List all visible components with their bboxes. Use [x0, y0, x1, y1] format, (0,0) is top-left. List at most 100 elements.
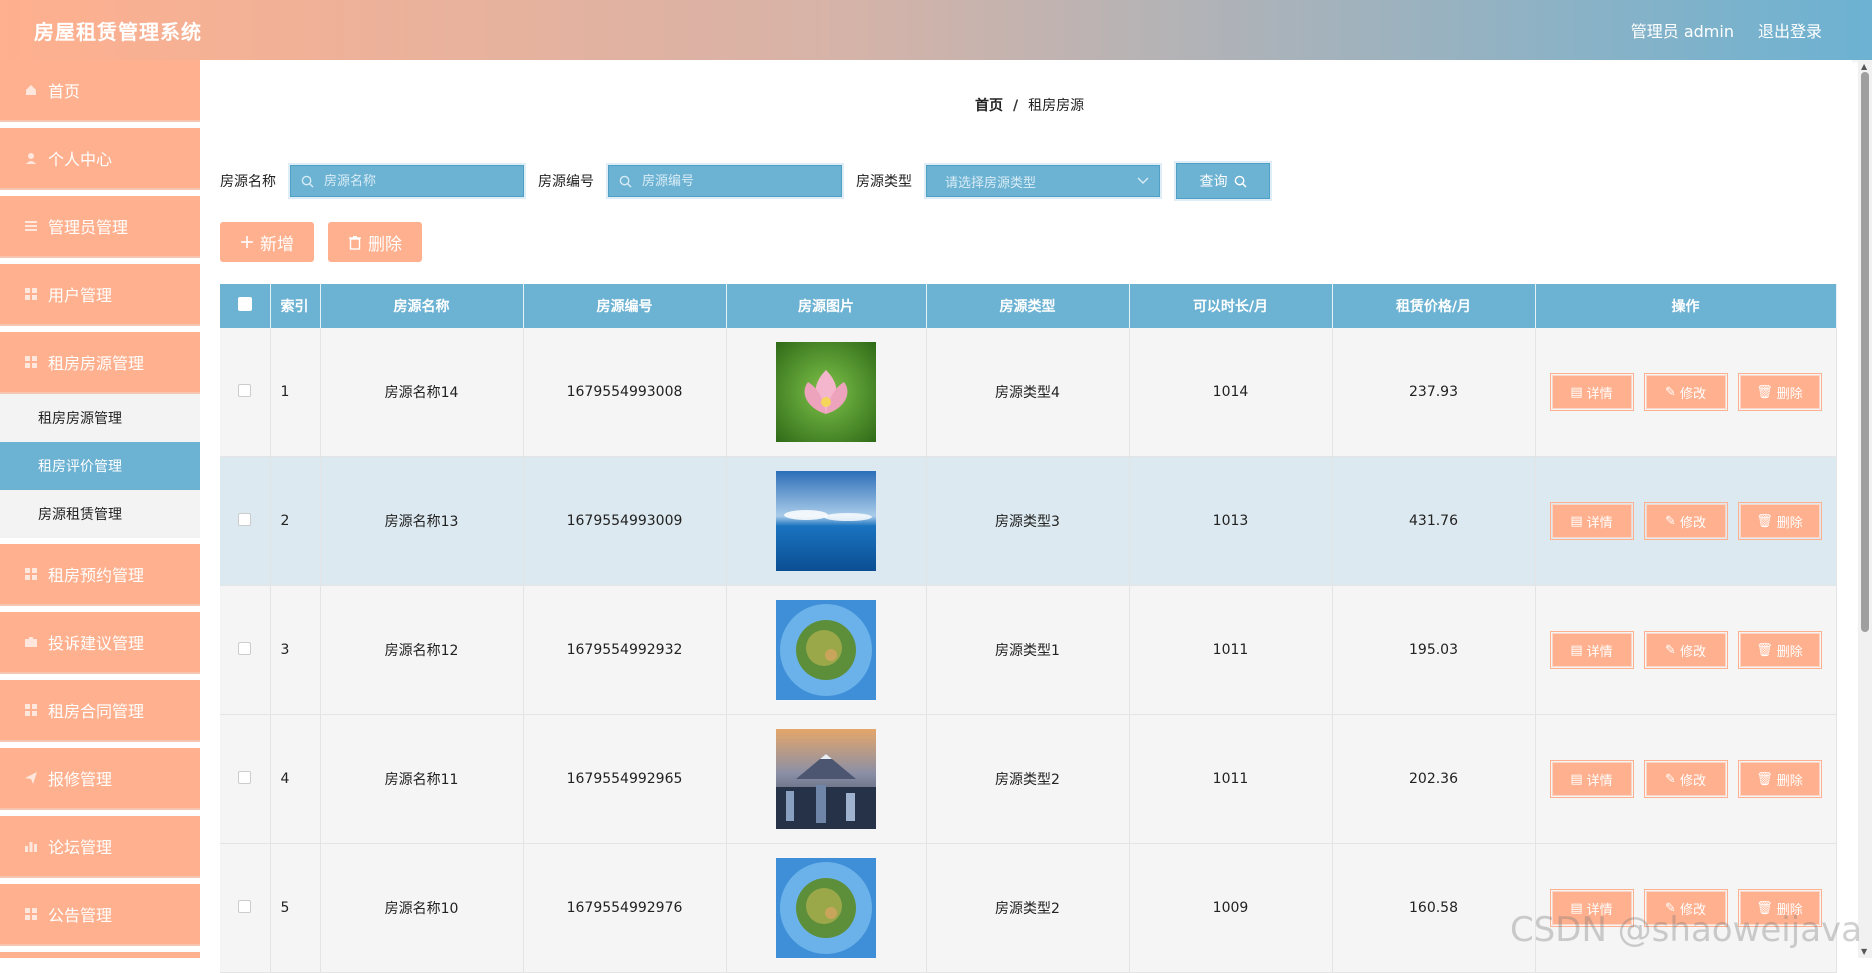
listing-price: 237.93: [1332, 328, 1536, 457]
column-header: 房源编号: [523, 284, 727, 328]
logout-link[interactable]: 退出登录: [1758, 18, 1822, 42]
delete-button[interactable]: 🗑 删除: [1737, 760, 1822, 798]
code-search-input[interactable]: [640, 172, 834, 190]
page-scrollbar[interactable]: ▲ ▼: [1858, 60, 1872, 958]
edit-button-label: 修改: [1679, 644, 1706, 660]
send-icon: [24, 771, 38, 785]
sidebar-item-label: 报修管理: [48, 770, 113, 789]
column-header: 租赁价格/月: [1332, 284, 1536, 328]
tiny-planet-photo[interactable]: [776, 858, 876, 958]
name-search-input[interactable]: [322, 172, 516, 190]
table-row: 5 房源名称10 1679554992976 房源类型2 1009 160.58: [220, 843, 1837, 973]
sidebar-item-contracts[interactable]: 租房合同管理: [0, 680, 200, 742]
edit-button[interactable]: ✎ 修改: [1643, 760, 1728, 798]
sidebar-item-complaints[interactable]: 投诉建议管理: [0, 612, 200, 674]
grid-icon: [24, 907, 38, 921]
edit-button[interactable]: ✎ 修改: [1643, 631, 1728, 669]
detail-button[interactable]: ▤ 详情: [1549, 502, 1634, 540]
code-search-field[interactable]: [606, 163, 844, 199]
tiny-planet-photo[interactable]: [776, 600, 876, 700]
add-button-label: 新增: [260, 234, 294, 255]
submenu-item-reviews[interactable]: 租房评价管理: [0, 442, 200, 490]
listing-duration: 1011: [1129, 585, 1333, 715]
breadcrumb-home[interactable]: 首页: [975, 98, 1003, 114]
doc-icon: ▤: [1570, 771, 1583, 787]
sidebar-item-forum[interactable]: 论坛管理: [0, 816, 200, 878]
sidebar-item-label: 论坛管理: [48, 838, 113, 857]
listing-name: 房源名称13: [320, 456, 524, 586]
row-select-cell: [220, 585, 271, 715]
detail-button-label: 详情: [1586, 515, 1613, 531]
name-search-field[interactable]: [288, 163, 526, 199]
sidebar-item-more[interactable]: [0, 952, 200, 958]
edit-button[interactable]: ✎ 修改: [1643, 502, 1728, 540]
detail-button-label: 详情: [1586, 773, 1613, 789]
sidebar-item-label: 个人中心: [48, 150, 113, 169]
add-button[interactable]: 新增: [220, 222, 314, 262]
delete-button-label: 删除: [1776, 515, 1803, 531]
detail-button[interactable]: ▤ 详情: [1549, 631, 1634, 669]
listing-duration: 1014: [1129, 328, 1333, 457]
type-select[interactable]: 请选择房源类型: [924, 163, 1162, 199]
row-index: 2: [270, 456, 321, 586]
sidebar-item-repairs[interactable]: 报修管理: [0, 748, 200, 810]
batch-delete-button[interactable]: 删除: [328, 222, 422, 262]
sidebar-item-users[interactable]: 用户管理: [0, 264, 200, 326]
listing-name: 房源名称14: [320, 328, 524, 457]
row-checkbox[interactable]: [238, 641, 252, 655]
edit-button[interactable]: ✎ 修改: [1643, 373, 1728, 411]
row-checkbox[interactable]: [238, 512, 252, 526]
breadcrumb-current: 租房房源: [1028, 98, 1085, 114]
sidebar-item-label: 公告管理: [48, 906, 113, 925]
sidebar-item-bookings[interactable]: 租房预约管理: [0, 544, 200, 606]
trash-icon: [349, 235, 361, 250]
listing-duration: 1009: [1129, 843, 1333, 973]
city-mountain-photo[interactable]: [776, 729, 876, 829]
row-select-cell: [220, 714, 271, 844]
submenu-item-leases[interactable]: 房源租赁管理: [0, 490, 200, 538]
detail-button-label: 详情: [1586, 386, 1613, 402]
delete-button-label: 删除: [1776, 773, 1803, 789]
listing-image-cell: [726, 456, 927, 586]
column-header: 房源类型: [926, 284, 1130, 328]
detail-button[interactable]: ▤ 详情: [1549, 760, 1634, 798]
table-header-row: 索引 房源名称 房源编号 房源图片 房源类型 可以时长/月 租赁价格/月 操作: [220, 284, 1837, 328]
table-row: 1 房源名称14 1679554993008 房源类型4 1014 237.93: [220, 328, 1837, 457]
type-select-placeholder: 请选择房源类型: [945, 175, 1037, 191]
table-row: 2 房源名称13 1679554993009 房源类型3 1013 431.76: [220, 456, 1837, 586]
row-operations: ▤ 详情 ✎ 修改 🗑 删除: [1535, 843, 1837, 973]
column-header: 索引: [270, 284, 321, 328]
row-operations: ▤ 详情 ✎ 修改 🗑 删除: [1535, 585, 1837, 715]
detail-button[interactable]: ▤ 详情: [1549, 373, 1634, 411]
row-checkbox[interactable]: [238, 770, 252, 784]
sidebar-item-notices[interactable]: 公告管理: [0, 884, 200, 946]
submenu-item-listings[interactable]: 租房房源管理: [0, 394, 200, 442]
lotus-photo[interactable]: [776, 342, 876, 442]
listing-image-cell: [726, 714, 927, 844]
table-row: 4 房源名称11 1679554992965 房源类型2 1011 202.36…: [220, 714, 1837, 844]
sidebar-item-home[interactable]: 首页: [0, 60, 200, 122]
query-button[interactable]: 查询: [1174, 161, 1272, 201]
scroll-up-icon[interactable]: ▲: [1861, 62, 1867, 71]
delete-button[interactable]: 🗑 删除: [1737, 631, 1822, 669]
listing-name: 房源名称10: [320, 843, 524, 973]
detail-button-label: 详情: [1586, 644, 1613, 660]
action-bar: 新增 删除: [220, 222, 422, 262]
row-select-cell: [220, 456, 271, 586]
delete-button[interactable]: 🗑 删除: [1737, 502, 1822, 540]
row-checkbox[interactable]: [238, 899, 252, 913]
watermark: CSDN @shaoweijava: [1509, 910, 1862, 950]
row-checkbox[interactable]: [238, 383, 252, 397]
query-button-label: 查询: [1199, 174, 1228, 190]
delete-button-label: 删除: [1776, 644, 1803, 660]
select-all-checkbox[interactable]: [237, 297, 252, 311]
search-icon: [301, 175, 314, 188]
sidebar-item-profile[interactable]: 个人中心: [0, 128, 200, 190]
sea-sky-photo[interactable]: [776, 471, 876, 571]
trash-icon: 🗑: [1756, 384, 1773, 400]
batch-delete-button-label: 删除: [368, 234, 402, 255]
delete-button[interactable]: 🗑 删除: [1737, 373, 1822, 411]
scrollbar-thumb[interactable]: [1861, 72, 1869, 632]
sidebar-item-admin[interactable]: 管理员管理: [0, 196, 200, 258]
sidebar-item-listings[interactable]: 租房房源管理: [0, 332, 200, 394]
